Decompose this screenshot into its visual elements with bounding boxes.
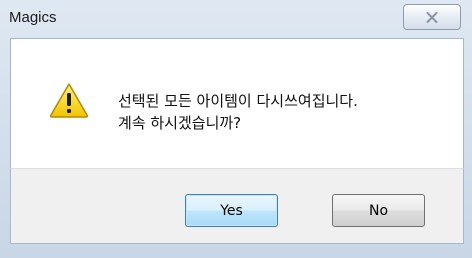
warning-icon <box>49 83 89 118</box>
window-title: Magics <box>9 9 57 26</box>
close-button[interactable] <box>403 4 461 30</box>
message-line-2: 계속 하시겠습니까? <box>118 114 242 132</box>
dialog-window: Magics 선택된 모든 아이템이 다시쓰여집니다. 계속 하시겠습니까? Y… <box>0 0 472 258</box>
dialog-message: 선택된 모든 아이템이 다시쓰여집니다. 계속 하시겠습니까? <box>118 90 358 134</box>
close-x-icon <box>426 11 438 23</box>
message-area: 선택된 모든 아이템이 다시쓰여집니다. 계속 하시겠습니까? <box>10 38 464 168</box>
message-line-1: 선택된 모든 아이템이 다시쓰여집니다. <box>118 92 358 110</box>
title-bar[interactable]: Magics <box>0 0 472 38</box>
no-button[interactable]: No <box>332 194 425 227</box>
button-bar: Yes No <box>10 168 464 244</box>
yes-button[interactable]: Yes <box>185 194 278 227</box>
